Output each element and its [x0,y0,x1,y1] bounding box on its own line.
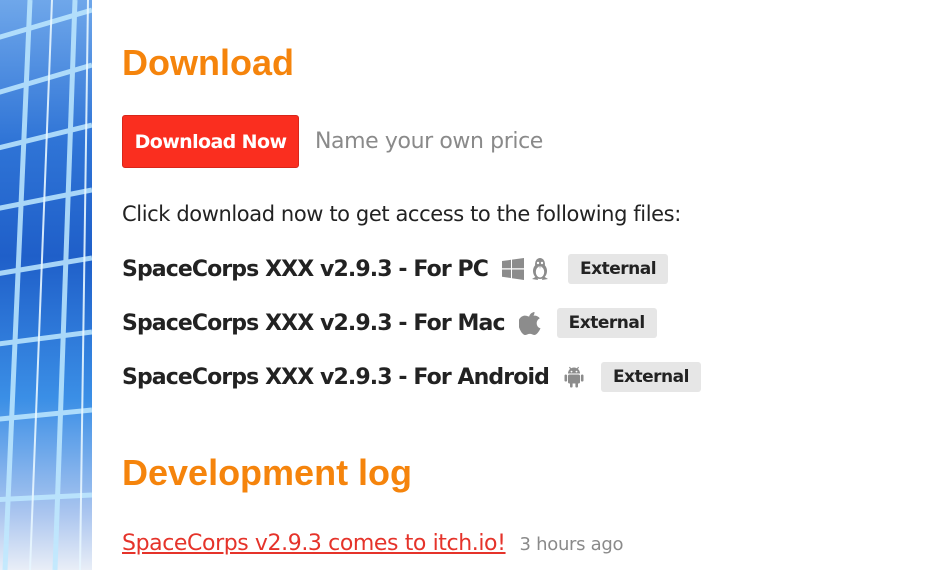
devlog-post-link[interactable]: SpaceCorps v2.9.3 comes to itch.io! [122,531,506,556]
file-name: SpaceCorps XXX v2.9.3 - For Android [122,364,550,390]
windows-icon [502,258,525,280]
background-decoration [0,0,92,570]
devlog-post-time: 3 hours ago [519,534,624,555]
devlog-entry: SpaceCorps v2.9.3 comes to itch.io! 3 ho… [122,531,624,556]
buy-row: Download Now Name your own price [122,115,543,168]
platform-icons [502,257,556,281]
platform-icons [563,365,589,389]
download-now-button[interactable]: Download Now [122,115,299,168]
file-row-android: SpaceCorps XXX v2.9.3 - For Android Exte… [122,362,701,392]
page: Download Download Now Name your own pric… [0,0,949,570]
download-heading: Download [122,42,294,83]
external-badge: External [600,362,701,392]
external-badge: External [556,308,657,338]
download-intro: Click download now to get access to the … [122,202,681,226]
file-name: SpaceCorps XXX v2.9.3 - For PC [122,256,489,282]
platform-icons [518,311,545,335]
file-row-mac: SpaceCorps XXX v2.9.3 - For Mac External [122,308,657,338]
devlog-heading: Development log [122,452,413,493]
apple-icon [518,311,541,335]
linux-icon [528,257,552,281]
price-text: Name your own price [315,129,543,154]
external-badge: External [568,254,669,284]
file-name: SpaceCorps XXX v2.9.3 - For Mac [122,310,506,336]
android-icon [563,365,585,389]
file-row-pc: SpaceCorps XXX v2.9.3 - For PC External [122,254,669,284]
